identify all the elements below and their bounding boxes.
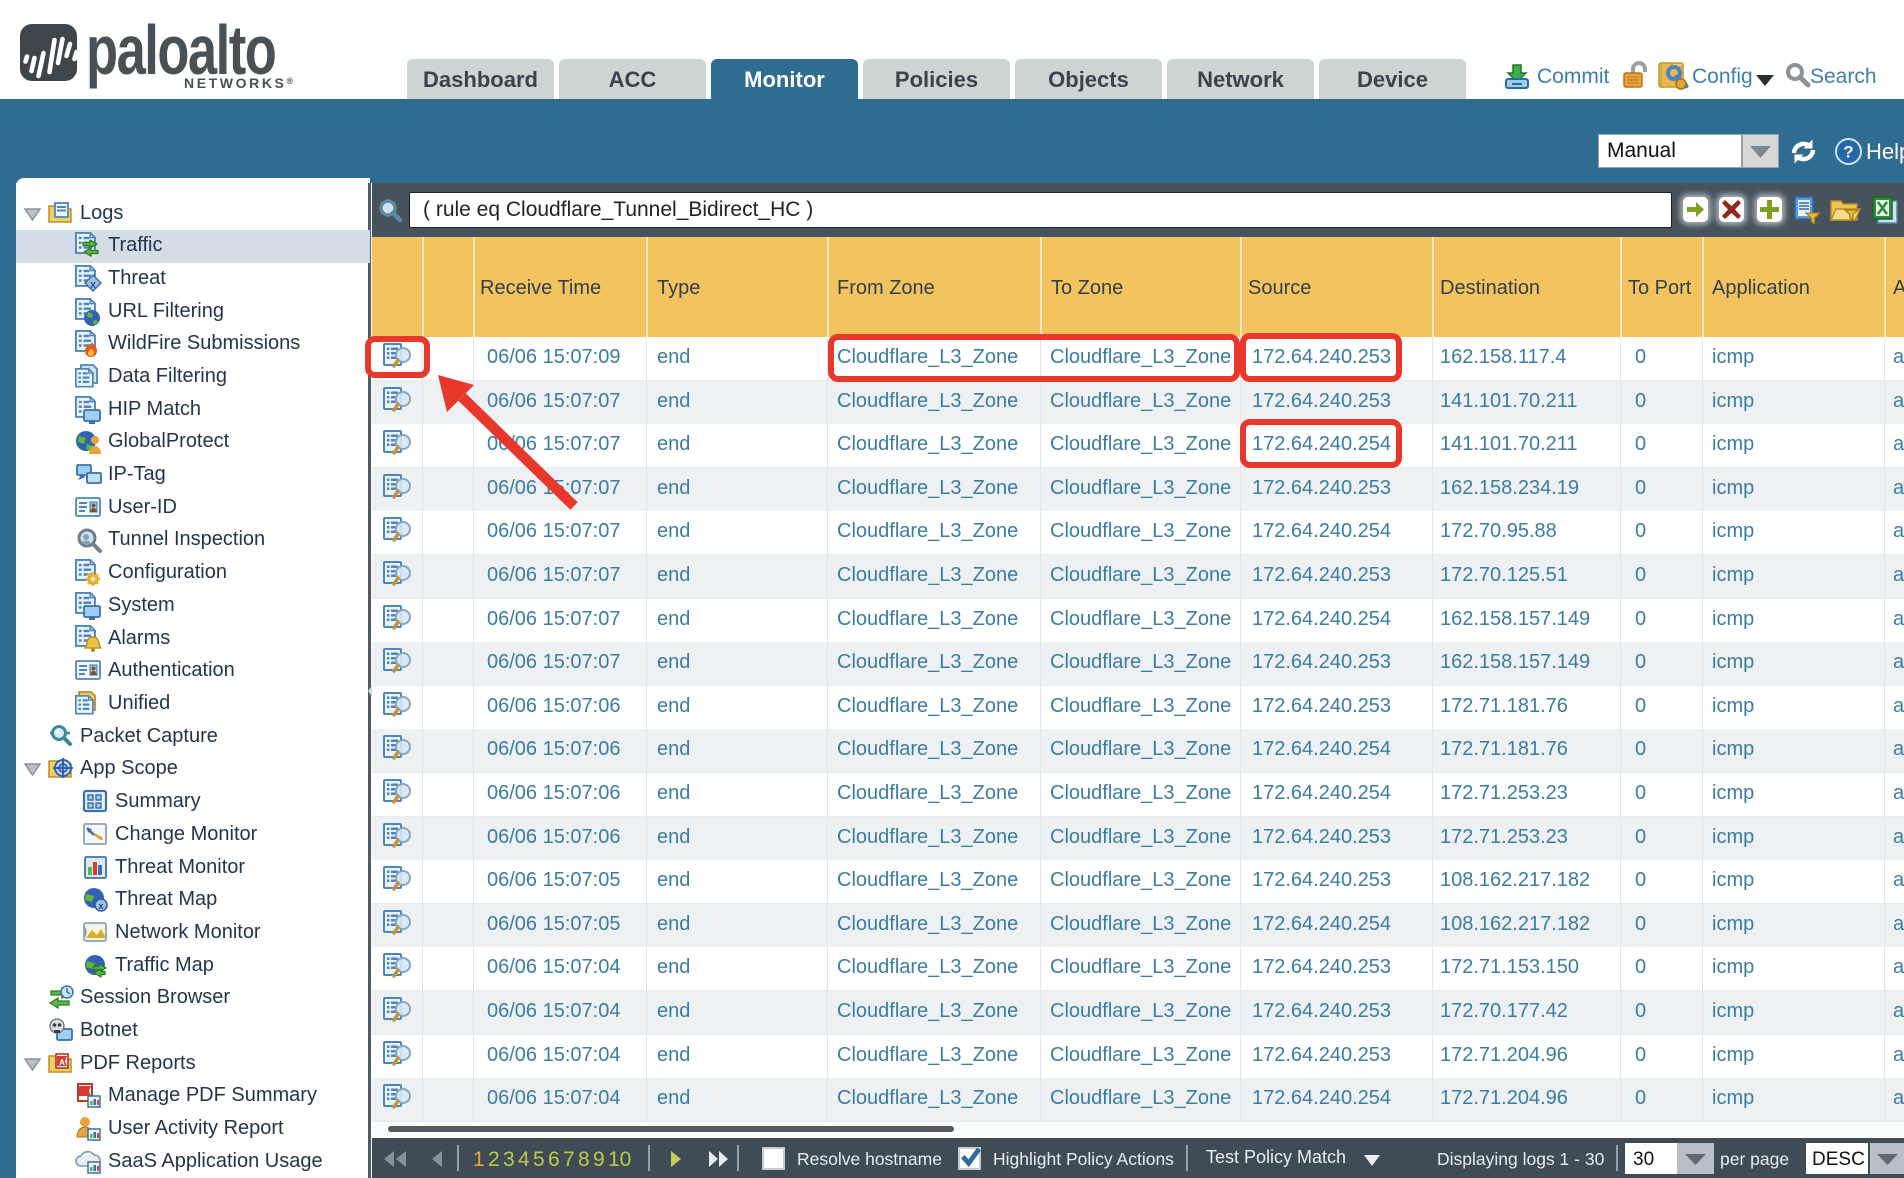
svg-text:x: x bbox=[90, 279, 97, 291]
svg-text:x: x bbox=[98, 901, 103, 911]
svg-text:?: ? bbox=[1843, 143, 1853, 162]
svg-text:A: A bbox=[59, 1058, 65, 1067]
